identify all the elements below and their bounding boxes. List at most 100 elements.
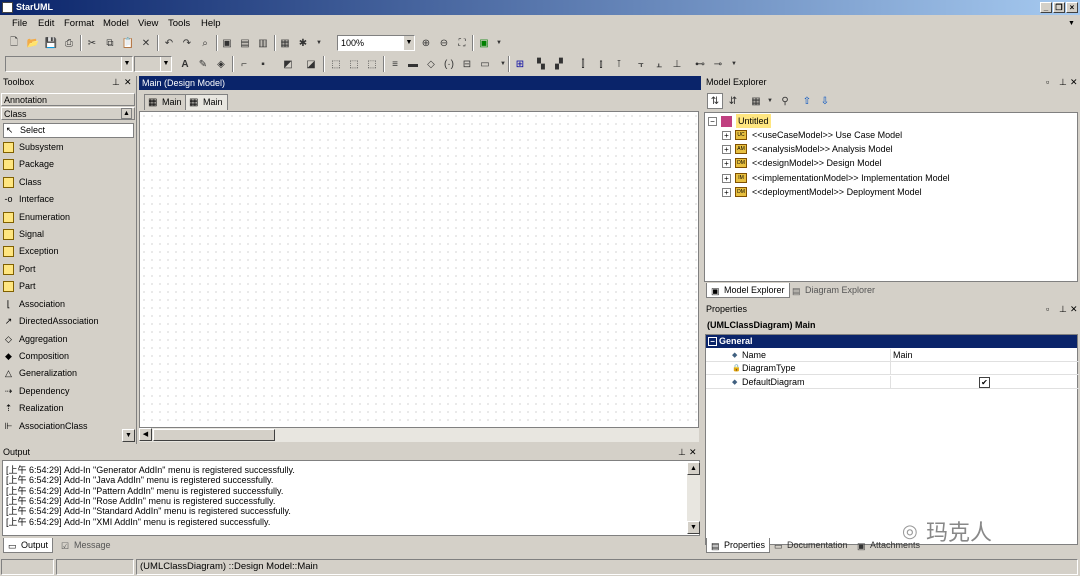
font-size-select[interactable]: ▼ <box>134 56 172 72</box>
menu-edit[interactable]: Edit <box>38 18 54 29</box>
scroll-up-arrow-icon[interactable]: ▲ <box>687 462 700 475</box>
same-height-icon[interactable]: ⊸ <box>710 56 726 72</box>
operation-signature-icon[interactable]: ◇ <box>423 56 439 72</box>
scroll-thumb[interactable] <box>153 429 275 441</box>
sort-by-name-icon[interactable]: ⇵ <box>725 93 741 109</box>
collapse-arrow-icon[interactable]: ▲ <box>121 108 132 119</box>
same-width-icon[interactable]: ⊷ <box>692 56 708 72</box>
distribute-icon[interactable]: ⊥ <box>669 56 685 72</box>
toolbox-item-composition[interactable]: ◆ Composition <box>3 349 69 364</box>
cut-icon[interactable]: ✂ <box>84 35 100 51</box>
zoom-in-icon[interactable]: ⊕ <box>418 35 434 51</box>
show-parent-icon[interactable]: ▬ <box>405 56 421 72</box>
toolbox-item-interface[interactable]: -o Interface <box>3 192 54 207</box>
close-diagram-icon[interactable]: ▥ <box>255 35 271 51</box>
font-icon[interactable]: A <box>177 56 193 72</box>
align-right-icon[interactable]: ▞ <box>551 56 567 72</box>
menu-tools[interactable]: Tools <box>168 18 190 29</box>
toolbox-item-directed-association[interactable]: ↗ DirectedAssociation <box>3 314 99 329</box>
sort-by-kind-icon[interactable]: ⇅ <box>707 93 723 109</box>
dropdown-arrow-icon[interactable]: ▼ <box>726 56 742 72</box>
menu-help[interactable]: Help <box>201 18 221 29</box>
toolbox-item-dependency[interactable]: ⇢ Dependency <box>3 384 70 399</box>
copy-icon[interactable]: ⧉ <box>102 35 118 51</box>
tab-message[interactable]: ☑ Message <box>57 538 115 553</box>
dropdown-arrow-icon[interactable]: ▼ <box>311 35 327 51</box>
suppress-operations-icon[interactable]: ◪ <box>303 56 319 72</box>
tab-model-explorer[interactable]: ▣ Model Explorer <box>706 283 790 298</box>
move-up-icon[interactable]: ⇧ <box>799 93 815 109</box>
scroll-down-arrow-icon[interactable]: ▼ <box>687 521 700 534</box>
tab-attachments[interactable]: ▣ Attachments <box>853 538 924 553</box>
dropdown-arrow-icon[interactable]: ▼ <box>491 35 507 51</box>
stereotype-display-icon[interactable]: ▪ <box>255 56 271 72</box>
expand-icon[interactable]: + <box>722 130 731 140</box>
suppress-attributes-icon[interactable]: ◩ <box>280 56 296 72</box>
pin-icon[interactable]: ⊥ <box>678 447 686 458</box>
section-annotation[interactable]: Annotation <box>1 93 135 106</box>
align-top-icon[interactable]: ⫿ <box>575 56 591 72</box>
bring-front-icon[interactable]: ⬚ <box>328 56 344 72</box>
toolbox-item-exception[interactable]: Exception <box>3 244 59 259</box>
filter-icon[interactable]: ⚲ <box>777 93 793 109</box>
compartment-icon[interactable]: ▭ <box>477 56 493 72</box>
menu-chevron-icon[interactable]: ▼ <box>1068 20 1075 27</box>
section-class[interactable]: Class ▲ <box>1 107 135 120</box>
dropdown-arrow-icon[interactable]: ▼ <box>762 93 778 109</box>
expand-icon[interactable]: + <box>722 173 731 183</box>
collapse-icon[interactable]: − <box>708 116 717 126</box>
expand-icon[interactable]: + <box>722 158 731 168</box>
toolbox-item-association-class[interactable]: ⊩ AssociationClass <box>3 419 88 434</box>
open-folder-icon[interactable]: 📂 <box>25 35 41 51</box>
space-evenly-icon[interactable]: ⫠ <box>651 56 667 72</box>
line-color-icon[interactable]: ✎ <box>195 56 211 72</box>
export-image-icon[interactable]: ▦ <box>277 35 293 51</box>
property-value[interactable]: Main <box>893 349 913 362</box>
pin-icon[interactable]: ⊥ <box>1059 304 1067 315</box>
zoom-out-icon[interactable]: ⊖ <box>436 35 452 51</box>
property-row-defaultdiagram[interactable]: ◆ DefaultDiagram ✔ <box>706 376 1079 389</box>
tab-output[interactable]: ▭ Output <box>3 538 54 553</box>
menu-file[interactable]: File <box>12 18 27 29</box>
tab-main-2[interactable]: ▦ Main <box>185 94 228 110</box>
toolbox-item-select[interactable]: ↖ Select <box>3 123 134 138</box>
toolbox-item-class[interactable]: Class <box>3 175 42 190</box>
add-diagram-icon[interactable]: ▣ <box>219 35 235 51</box>
fill-color-icon[interactable]: ◈ <box>213 56 229 72</box>
layout-icon[interactable]: ⊞ <box>512 56 528 72</box>
align-center-icon[interactable]: ⊺ <box>611 56 627 72</box>
toolbox-scroll-down[interactable]: ▼ <box>122 429 135 442</box>
restore-button[interactable]: ❐ <box>1053 2 1065 13</box>
align-left-icon[interactable]: ▚ <box>533 56 549 72</box>
new-file-icon[interactable]: 🗋 <box>6 35 22 51</box>
send-back-icon[interactable]: ⬚ <box>346 56 362 72</box>
menu-model[interactable]: Model <box>103 18 129 29</box>
zoom-fit-icon[interactable]: ⛶ <box>454 35 470 51</box>
print-icon[interactable]: ⎙ <box>61 35 77 51</box>
close-icon[interactable]: ✕ <box>124 76 132 89</box>
tree-item-usecase[interactable]: + UC <<useCaseModel>> Use Case Model <box>722 128 902 142</box>
pin-icon[interactable]: ⊥ <box>112 76 120 89</box>
word-wrap-icon[interactable]: ≡ <box>387 56 403 72</box>
close-icon[interactable]: ✕ <box>1070 77 1078 88</box>
tree-item-analysis[interactable]: + AM <<analysisModel>> Analysis Model <box>722 142 893 156</box>
redo-icon[interactable]: ↷ <box>179 35 195 51</box>
collapse-icon[interactable]: − <box>708 337 717 346</box>
save-icon[interactable]: 💾 <box>43 35 59 51</box>
auto-resize-icon[interactable]: ⬚ <box>364 56 380 72</box>
diagram-canvas[interactable] <box>139 111 699 428</box>
toolbox-item-enumeration[interactable]: Enumeration <box>3 210 70 225</box>
move-down-icon[interactable]: ⇩ <box>817 93 833 109</box>
property-row-name[interactable]: ◆ Name Main <box>706 349 1079 362</box>
minimize-button[interactable]: _ <box>1040 2 1052 13</box>
undo-icon[interactable]: ↶ <box>161 35 177 51</box>
property-group-general[interactable]: − General <box>706 335 1077 348</box>
visibility-icon[interactable]: ⊟ <box>459 56 475 72</box>
toolbox-item-signal[interactable]: Signal <box>3 227 44 242</box>
align-middle-icon[interactable]: ⫟ <box>633 56 649 72</box>
toolbox-item-realization[interactable]: ⇡ Realization <box>3 401 64 416</box>
toolbox-item-aggregation[interactable]: ◇ Aggregation <box>3 332 68 347</box>
toolbox-item-association[interactable]: ⌊ Association <box>3 297 65 312</box>
paste-icon[interactable]: 📋 <box>120 35 136 51</box>
toolbox-item-port[interactable]: Port <box>3 262 36 277</box>
